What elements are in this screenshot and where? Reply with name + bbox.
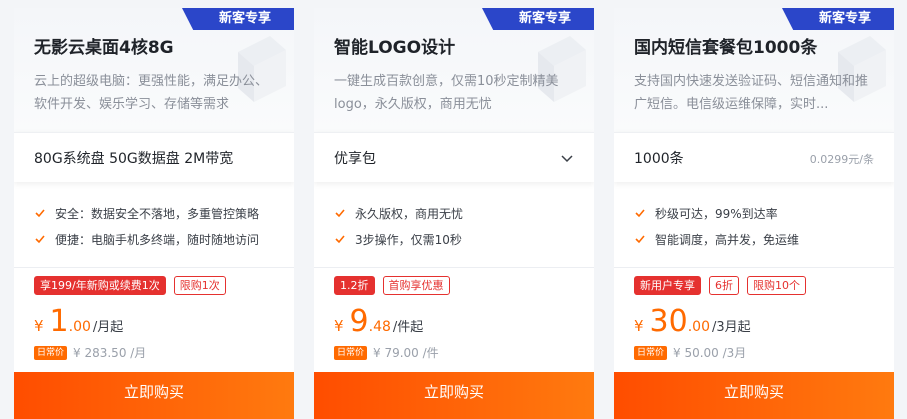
feature-text: 便捷：电脑手机多终端，随时随地访问 [55, 232, 260, 247]
discount-badge: 6折 [709, 276, 739, 295]
feature-text: 3步操作，仅需10秒 [355, 232, 462, 247]
product-title[interactable]: 智能LOGO设计 [334, 33, 455, 58]
buy-now-button[interactable]: 立即购买 [614, 372, 894, 419]
divider [14, 267, 294, 268]
price-decimal: .00 [687, 319, 710, 335]
feature-item: 秒级可达，99%到达率 [634, 200, 799, 226]
feature-list: 永久版权，商用无忧 3步操作，仅需10秒 [334, 200, 463, 252]
regular-price-value: ¥ 50.00 /3月 [673, 346, 747, 360]
divider [314, 267, 594, 268]
check-icon [335, 235, 345, 244]
unit-price: 0.0299元/条 [809, 153, 874, 166]
feature-item: 3步操作，仅需10秒 [334, 226, 463, 252]
product-description: 支持国内快速发送验证码、短信通知和推广短信。电信级运维保障，实时... [634, 74, 869, 112]
product-title[interactable]: 无影云桌面4核8G [34, 33, 174, 58]
price-unit: /件起 [392, 320, 424, 335]
regular-price-value: ¥ 283.50 /月 [73, 346, 147, 360]
new-customer-tag: 新客专享 [482, 8, 594, 30]
check-icon [635, 235, 645, 244]
limit-badge: 限购1次 [173, 276, 226, 295]
product-description: 云上的超级电脑：更强性能，满足办公、软件开发、娱乐学习、存储等需求 [34, 74, 269, 112]
regular-price-tag: 日常价 [634, 345, 668, 360]
promo-badges: 新用户专享 6折 限购10个 [634, 276, 806, 295]
package-dropdown[interactable]: 优享包 [314, 132, 594, 182]
price-decimal: .48 [368, 319, 391, 335]
price-integer: 1 [49, 304, 69, 339]
spec-selector[interactable]: 80G系统盘 50G数据盘 2M带宽 [14, 132, 294, 182]
check-icon [335, 209, 345, 218]
limit-badge: 限购10个 [747, 276, 806, 295]
divider [614, 267, 894, 268]
product-description: 一键生成百款创意，仅需10秒定制精美logo，永久版权，商用无忧 [334, 74, 559, 112]
regular-price-tag: 日常价 [334, 345, 368, 360]
check-icon [35, 235, 45, 244]
price-integer: 30 [649, 304, 688, 339]
price: ¥30.00/3月起 [634, 304, 751, 339]
price-decimal: .00 [68, 319, 91, 335]
product-card-cloud-desktop: 新客专享 无影云桌面4核8G 云上的超级电脑：更强性能，满足办公、软件开发、娱乐… [14, 8, 294, 419]
price-unit: /月起 [92, 320, 124, 335]
feature-text: 安全：数据安全不落地，多重管控策略 [55, 206, 260, 221]
feature-item: 永久版权，商用无忧 [334, 200, 463, 226]
price-integer: 9 [349, 304, 369, 339]
promo-badges: 1.2折 首购享优惠 [334, 276, 450, 295]
spec-selector[interactable]: 1000条 0.0299元/条 [614, 132, 894, 182]
feature-text: 秒级可达，99%到达率 [655, 206, 778, 221]
spec-label: 80G系统盘 50G数据盘 2M带宽 [34, 151, 234, 167]
check-icon [635, 209, 645, 218]
check-icon [35, 209, 45, 218]
price: ¥9.48/件起 [334, 304, 423, 339]
discount-badge: 1.2折 [334, 276, 375, 295]
original-price: 日常价 ¥ 283.50 /月 [34, 344, 146, 361]
promo-badge: 享199/年新购或续费1次 [34, 276, 166, 295]
original-price: 日常价 ¥ 50.00 /3月 [634, 344, 746, 361]
price-currency: ¥ [634, 317, 644, 335]
package-label: 优享包 [334, 151, 376, 167]
feature-list: 秒级可达，99%到达率 智能调度，高并发，免运维 [634, 200, 799, 252]
price: ¥1.00/月起 [34, 304, 123, 339]
product-title[interactable]: 国内短信套餐包1000条 [634, 33, 817, 58]
regular-price-value: ¥ 79.00 /件 [373, 346, 439, 360]
price-currency: ¥ [334, 317, 344, 335]
chevron-down-icon [561, 155, 573, 163]
original-price: 日常价 ¥ 79.00 /件 [334, 344, 439, 361]
feature-list: 安全：数据安全不落地，多重管控策略 便捷：电脑手机多终端，随时随地访问 [34, 200, 259, 252]
regular-price-tag: 日常价 [34, 345, 68, 360]
feature-item: 智能调度，高并发，免运维 [634, 226, 799, 252]
new-user-badge: 新用户专享 [634, 276, 701, 295]
new-customer-tag: 新客专享 [782, 8, 894, 30]
price-currency: ¥ [34, 317, 44, 335]
price-unit: /3月起 [712, 320, 751, 335]
promo-badges: 享199/年新购或续费1次 限购1次 [34, 276, 226, 295]
buy-now-button[interactable]: 立即购买 [14, 372, 294, 419]
first-purchase-badge: 首购享优惠 [382, 276, 450, 295]
product-card-sms-package: 新客专享 国内短信套餐包1000条 支持国内快速发送验证码、短信通知和推广短信。… [614, 8, 894, 419]
feature-item: 安全：数据安全不落地，多重管控策略 [34, 200, 259, 226]
spec-label: 1000条 [634, 151, 684, 167]
buy-now-button[interactable]: 立即购买 [314, 372, 594, 419]
product-card-logo-design: 新客专享 智能LOGO设计 一键生成百款创意，仅需10秒定制精美logo，永久版… [314, 8, 594, 419]
feature-item: 便捷：电脑手机多终端，随时随地访问 [34, 226, 259, 252]
new-customer-tag: 新客专享 [182, 8, 294, 30]
feature-text: 永久版权，商用无忧 [355, 206, 464, 221]
feature-text: 智能调度，高并发，免运维 [655, 232, 800, 247]
